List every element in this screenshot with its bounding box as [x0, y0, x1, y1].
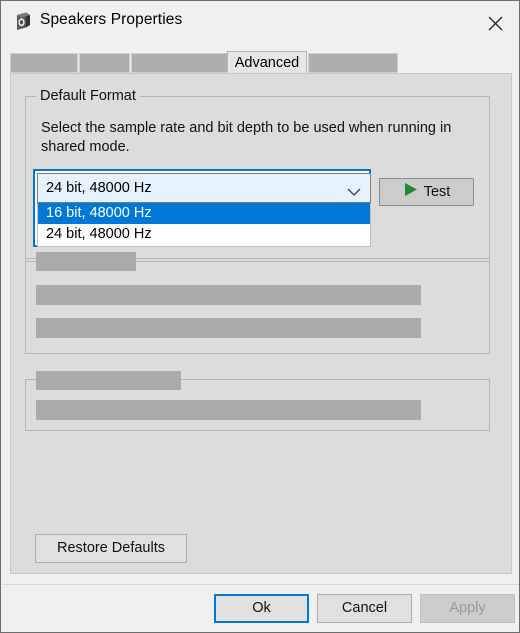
play-icon [403, 182, 419, 202]
speaker-icon [14, 12, 32, 31]
group-two-row-1[interactable] [36, 285, 421, 305]
test-button[interactable]: Test [379, 178, 474, 206]
ok-button-label: Ok [252, 600, 271, 616]
group-redacted-three-legend [36, 371, 181, 390]
combo-option-1[interactable]: 24 bit, 48000 Hz [38, 224, 370, 245]
sample-rate-combobox-list[interactable]: 16 bit, 48000 Hz 24 bit, 48000 Hz [37, 203, 371, 247]
tab-panel-advanced: Default Format Select the sample rate an… [10, 73, 512, 574]
tab-redacted-3[interactable] [131, 53, 234, 73]
apply-button-label: Apply [449, 600, 486, 616]
tab-advanced-label: Advanced [234, 55, 300, 71]
speakers-properties-dialog: Speakers Properties Advanced Default For… [0, 0, 520, 633]
sample-rate-combobox[interactable]: 24 bit, 48000 Hz 16 bit, 48000 Hz 24 bit… [33, 169, 371, 247]
tab-redacted-1[interactable] [10, 53, 78, 73]
cancel-button-label: Cancel [341, 600, 388, 616]
combo-option-0[interactable]: 16 bit, 48000 Hz [38, 203, 370, 224]
group-two-row-2[interactable] [36, 318, 421, 338]
dialog-footer: Ok Cancel Apply [2, 584, 519, 632]
default-format-description: Select the sample rate and bit depth to … [41, 120, 452, 155]
restore-defaults-button[interactable]: Restore Defaults [35, 534, 187, 563]
tab-advanced[interactable]: Advanced [227, 51, 307, 74]
group-default-format-legend: Default Format [36, 88, 140, 104]
group-redacted-two-legend [36, 252, 136, 271]
tab-redacted-5[interactable] [308, 53, 398, 73]
title-bar: Speakers Properties [2, 2, 519, 40]
chevron-down-icon[interactable] [347, 184, 361, 202]
tab-strip: Advanced [10, 51, 513, 75]
group-three-row-1[interactable] [36, 400, 421, 420]
group-redacted-two [25, 258, 490, 354]
test-button-label: Test [423, 184, 451, 200]
cancel-button[interactable]: Cancel [317, 594, 412, 623]
page-title: Speakers Properties [40, 11, 183, 28]
apply-button: Apply [420, 594, 515, 623]
close-icon[interactable] [472, 3, 519, 40]
ok-button[interactable]: Ok [214, 594, 309, 623]
sample-rate-combobox-field[interactable]: 24 bit, 48000 Hz [37, 173, 371, 203]
restore-defaults-label: Restore Defaults [57, 540, 165, 556]
tab-redacted-2[interactable] [79, 53, 130, 73]
sample-rate-combobox-value: 24 bit, 48000 Hz [46, 180, 152, 196]
